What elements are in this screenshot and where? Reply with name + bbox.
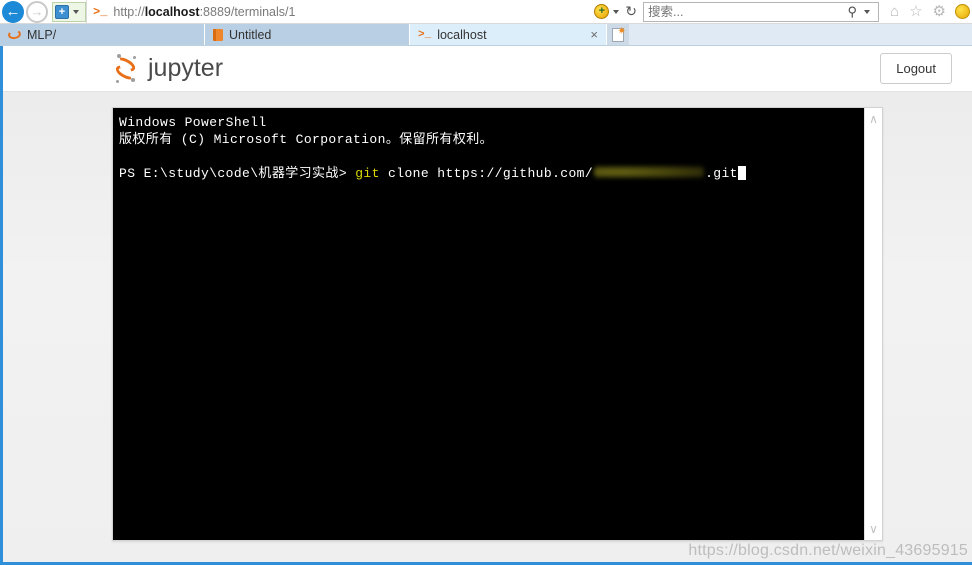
new-tab-page-icon: ✷ bbox=[612, 25, 626, 42]
jupyter-mark-icon bbox=[113, 53, 139, 84]
url-host: localhost bbox=[144, 4, 200, 19]
terminal-panel[interactable]: Windows PowerShell 版权所有 (C) Microsoft Co… bbox=[112, 107, 883, 541]
favorites-star-icon[interactable]: ☆ bbox=[909, 4, 922, 19]
terminal-line-copyright: 版权所有 (C) Microsoft Corporation。保留所有权利。 bbox=[119, 132, 494, 147]
tab-strip: MLP/ Untitled >_ localhost × ✷ bbox=[0, 24, 972, 46]
refresh-icon[interactable]: ↻ bbox=[625, 3, 637, 20]
site-dropdown-caret-icon[interactable] bbox=[73, 9, 79, 14]
url-terminal-icon: >_ bbox=[93, 4, 108, 19]
terminal-content-area: Windows PowerShell 版权所有 (C) Microsoft Co… bbox=[3, 92, 972, 564]
tab-label: localhost bbox=[437, 27, 487, 42]
forward-button[interactable]: → bbox=[26, 0, 48, 23]
jupyter-arc-icon bbox=[7, 28, 22, 41]
tab-untitled[interactable]: Untitled bbox=[205, 24, 410, 45]
gear-icon[interactable]: ⚙ bbox=[933, 4, 946, 19]
search-dropdown-caret-icon[interactable] bbox=[864, 9, 871, 14]
terminal-screen[interactable]: Windows PowerShell 版权所有 (C) Microsoft Co… bbox=[113, 108, 864, 540]
toolbar-right-group: + ↻ ⚲ ⌂ ☆ ⚙ bbox=[588, 0, 972, 24]
new-tab-star-icon: ✷ bbox=[617, 25, 626, 37]
browser-chrome: ← → + >_ http://localhost:8889/terminals… bbox=[0, 0, 972, 46]
terminal-command-rest: clone https://github.com/ bbox=[379, 166, 594, 181]
logout-button[interactable]: Logout bbox=[880, 53, 952, 84]
new-tab-button[interactable]: ✷ bbox=[607, 24, 629, 45]
page-body: jupyter Logout Windows PowerShell 版权所有 (… bbox=[0, 46, 972, 565]
home-icon[interactable]: ⌂ bbox=[890, 4, 899, 19]
scroll-down-icon[interactable]: ∨ bbox=[869, 523, 878, 535]
url-suffix: :8889/terminals/1 bbox=[199, 4, 296, 19]
terminal-command-tail: .git bbox=[705, 166, 738, 181]
terminal-command-keyword: git bbox=[355, 166, 380, 181]
site-identity-box[interactable]: + bbox=[52, 1, 86, 22]
tab-label: Untitled bbox=[229, 27, 272, 42]
terminal-scrollbar[interactable]: ∧ ∨ bbox=[864, 108, 882, 540]
plugin-dropdown-caret-icon[interactable] bbox=[613, 9, 620, 14]
back-button[interactable]: ← bbox=[2, 0, 24, 23]
terminal-prompt-icon: >_ bbox=[418, 28, 432, 41]
terminal-cursor bbox=[737, 166, 746, 180]
jupyter-logo[interactable]: jupyter bbox=[113, 53, 224, 84]
browser-toolbar: ← → + >_ http://localhost:8889/terminals… bbox=[0, 0, 972, 24]
jupyter-header: jupyter Logout bbox=[3, 46, 972, 92]
terminal-line-banner: Windows PowerShell bbox=[119, 115, 267, 130]
search-box[interactable]: ⚲ bbox=[643, 1, 880, 22]
tab-localhost[interactable]: >_ localhost × bbox=[410, 24, 607, 45]
search-icon[interactable]: ⚲ bbox=[848, 4, 858, 20]
tab-label: MLP/ bbox=[27, 27, 57, 42]
site-shield-icon: + bbox=[55, 4, 69, 19]
tab-mlp[interactable]: MLP/ bbox=[0, 24, 205, 45]
notification-icon[interactable] bbox=[955, 4, 970, 19]
close-icon[interactable]: × bbox=[580, 27, 598, 42]
url-prefix: http:// bbox=[113, 4, 145, 19]
jupyter-wordmark: jupyter bbox=[148, 54, 224, 82]
watermark: https://blog.csdn.net/weixin_43695915 bbox=[688, 542, 968, 559]
add-plugin-icon[interactable]: + bbox=[594, 4, 610, 19]
notebook-icon bbox=[213, 28, 223, 41]
terminal-prompt: PS E:\study\code\机器学习实战> bbox=[119, 166, 356, 181]
search-input[interactable] bbox=[648, 4, 848, 19]
address-bar-url: http://localhost:8889/terminals/1 bbox=[113, 5, 295, 19]
terminal-prompt-line: PS E:\study\code\机器学习实战> git clone https… bbox=[119, 165, 864, 182]
address-bar[interactable]: >_ http://localhost:8889/terminals/1 bbox=[86, 0, 588, 24]
redacted-text-icon bbox=[594, 166, 705, 178]
scroll-up-icon[interactable]: ∧ bbox=[869, 113, 878, 125]
